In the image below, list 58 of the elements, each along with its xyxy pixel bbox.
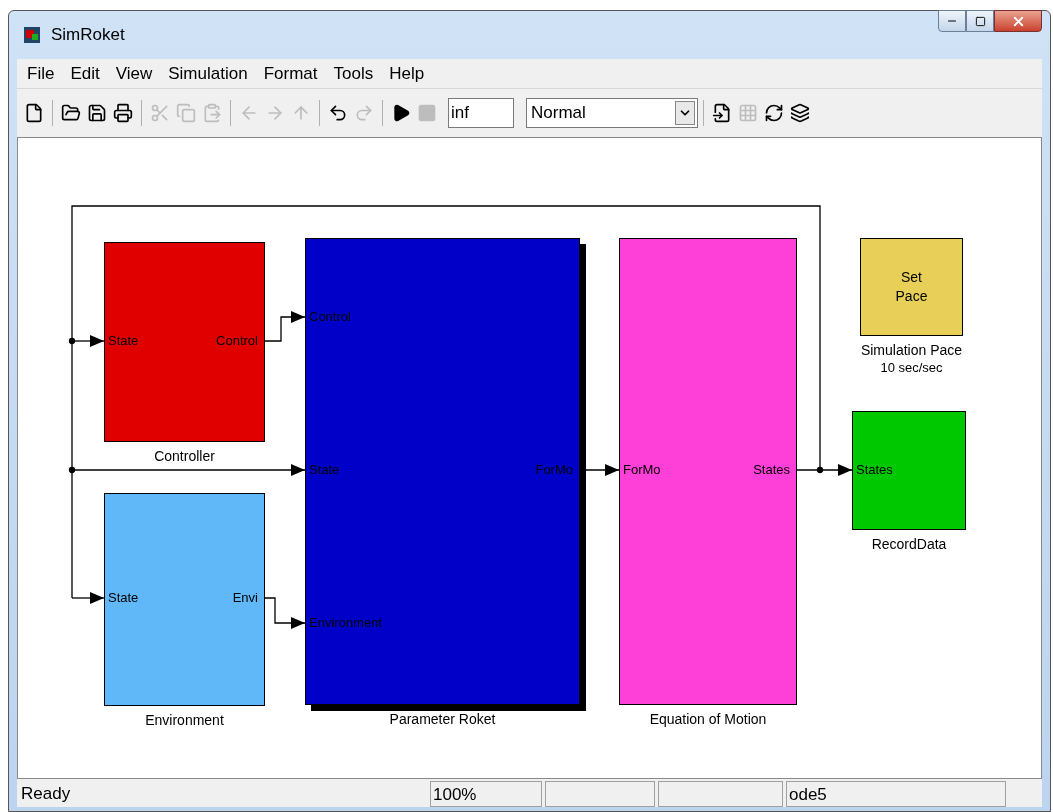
app-icon — [23, 26, 41, 44]
window-title: SimRoket — [51, 24, 125, 47]
undo-icon — [328, 103, 348, 123]
block-sublabel: 10 sec/sec — [880, 359, 943, 376]
new-file-icon — [24, 103, 44, 123]
port-label: States — [753, 462, 790, 478]
redo-icon — [354, 103, 374, 123]
environment-signal-line — [264, 597, 306, 629]
menu-item[interactable]: File — [21, 60, 61, 87]
refresh-icon — [764, 103, 784, 123]
menu-item[interactable]: Format — [257, 60, 324, 87]
port-label: Envi — [232, 590, 258, 606]
port-label: State — [108, 333, 139, 349]
zoom-level: 100% — [430, 781, 542, 807]
diagram-block[interactable]: Set Pace — [860, 238, 963, 336]
grid-icon — [738, 103, 758, 123]
port-label: ForMo — [535, 462, 573, 478]
scissors-icon — [150, 103, 170, 123]
folder-icon — [61, 103, 81, 123]
menu-item[interactable]: View — [109, 60, 159, 87]
scope-icon — [712, 103, 732, 123]
layers-icon — [790, 103, 810, 123]
menu-item[interactable]: Simulation — [162, 60, 254, 87]
port-label: ForMo — [623, 462, 661, 478]
menu-item[interactable]: Help — [383, 60, 431, 87]
diagram-block[interactable] — [104, 242, 265, 442]
stop-icon — [417, 103, 437, 123]
solver-name: ode5 — [786, 781, 1006, 807]
paste-icon — [202, 103, 222, 123]
block-label: Equation of Motion — [649, 711, 767, 728]
port-label: State — [309, 462, 340, 478]
copy-icon — [176, 103, 196, 123]
block-label: Environment — [145, 712, 224, 729]
block-label: RecordData — [871, 536, 947, 553]
block-label: Controller — [154, 448, 215, 465]
control-signal-line — [264, 311, 306, 342]
mode-dropdown[interactable]: Normal — [526, 98, 698, 128]
menu-item[interactable]: Tools — [327, 60, 380, 87]
port-label: State — [108, 590, 139, 606]
port-label: States — [856, 462, 893, 478]
maximize-icon — [974, 15, 986, 27]
minimize-button[interactable] — [938, 10, 966, 32]
diagram-block[interactable] — [852, 411, 966, 530]
block-text: Set Pace — [894, 268, 929, 306]
printer-icon — [113, 103, 133, 123]
close-button[interactable] — [994, 10, 1042, 32]
menu-item[interactable]: Edit — [64, 60, 106, 87]
stop-time-field[interactable]: inf — [448, 98, 514, 128]
port-label: Control — [309, 309, 351, 325]
block-label: Parameter Roket — [389, 711, 496, 728]
port-label: Environment — [309, 615, 382, 631]
save-icon — [87, 103, 107, 123]
status-message: Ready — [20, 783, 72, 805]
diagram-block[interactable] — [104, 493, 265, 706]
play-icon — [391, 103, 411, 123]
maximize-button[interactable] — [966, 10, 994, 32]
port-label: Control — [216, 333, 258, 349]
block-label: Simulation Pace — [860, 342, 963, 359]
